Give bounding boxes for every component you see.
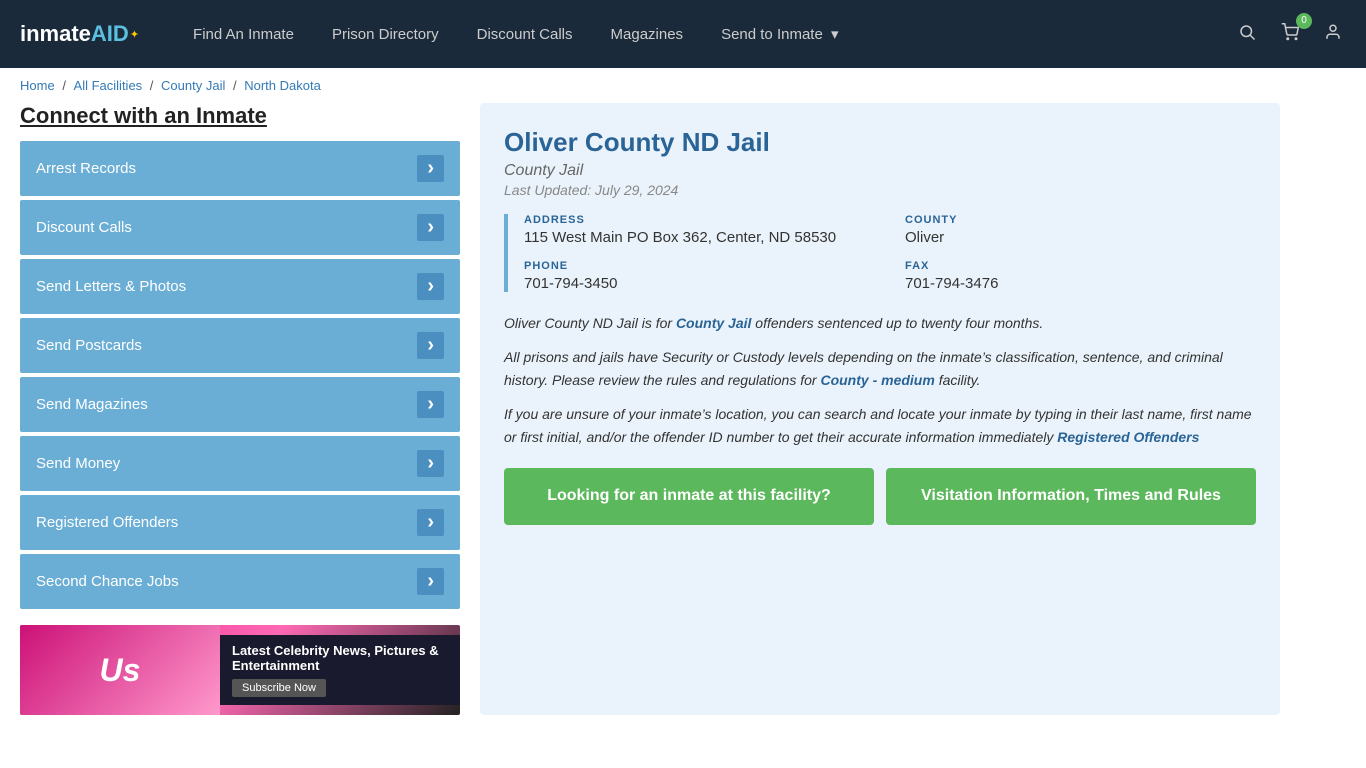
county-block: COUNTY Oliver	[905, 214, 1256, 246]
ad-logo: Us	[20, 625, 220, 715]
nav-discount-calls[interactable]: Discount Calls	[463, 18, 587, 51]
chevron-right-icon: ›	[417, 273, 444, 300]
phone-value: 701-794-3450	[524, 275, 875, 292]
action-buttons: Looking for an inmate at this facility? …	[504, 468, 1256, 525]
county-jail-link[interactable]: County Jail	[676, 315, 751, 331]
ad-subscribe-button[interactable]: Subscribe Now	[232, 679, 326, 697]
sidebar-item-second-chance-jobs[interactable]: Second Chance Jobs ›	[20, 554, 460, 609]
logo[interactable]: inmate AID ✦	[20, 21, 139, 47]
facility-title: Oliver County ND Jail	[504, 127, 1256, 158]
ad-content: Latest Celebrity News, Pictures & Entert…	[220, 635, 460, 705]
facility-type: County Jail	[504, 162, 1256, 180]
desc-paragraph-3: If you are unsure of your inmate’s locat…	[504, 403, 1256, 448]
main-nav: Find An Inmate Prison Directory Discount…	[179, 17, 1234, 51]
fax-value: 701-794-3476	[905, 275, 1256, 292]
cart-badge: 0	[1296, 13, 1312, 29]
sidebar-item-discount-calls[interactable]: Discount Calls ›	[20, 200, 460, 255]
breadcrumb-state[interactable]: North Dakota	[244, 78, 321, 93]
nav-find-inmate[interactable]: Find An Inmate	[179, 18, 308, 51]
county-medium-link[interactable]: County - medium	[820, 372, 934, 388]
cart-icon[interactable]: 0	[1276, 19, 1304, 50]
ad-title: Latest Celebrity News, Pictures & Entert…	[232, 643, 448, 673]
detail-panel: Oliver County ND Jail County Jail Last U…	[480, 103, 1280, 715]
sidebar-item-send-magazines[interactable]: Send Magazines ›	[20, 377, 460, 432]
county-value: Oliver	[905, 229, 1256, 246]
breadcrumb-county-jail[interactable]: County Jail	[161, 78, 225, 93]
header-icons: 0	[1234, 19, 1346, 50]
county-label: COUNTY	[905, 214, 1256, 226]
breadcrumb: Home / All Facilities / County Jail / No…	[0, 68, 1366, 103]
chevron-right-icon: ›	[417, 391, 444, 418]
sidebar-menu: Arrest Records › Discount Calls › Send L…	[20, 141, 460, 609]
facility-last-updated: Last Updated: July 29, 2024	[504, 182, 1256, 198]
visitation-info-button[interactable]: Visitation Information, Times and Rules	[886, 468, 1256, 525]
chevron-right-icon: ›	[417, 509, 444, 536]
header: inmate AID ✦ Find An Inmate Prison Direc…	[0, 0, 1366, 68]
sidebar: Connect with an Inmate Arrest Records › …	[20, 103, 460, 715]
chevron-right-icon: ›	[417, 568, 444, 595]
sidebar-title: Connect with an Inmate	[20, 103, 460, 129]
desc-paragraph-2: All prisons and jails have Security or C…	[504, 346, 1256, 391]
breadcrumb-all-facilities[interactable]: All Facilities	[74, 78, 143, 93]
phone-block: PHONE 701-794-3450	[524, 260, 875, 292]
facility-info-grid: ADDRESS 115 West Main PO Box 362, Center…	[504, 214, 1256, 292]
ad-banner[interactable]: Us Latest Celebrity News, Pictures & Ent…	[20, 625, 460, 715]
main-content: Connect with an Inmate Arrest Records › …	[0, 103, 1300, 735]
sidebar-item-send-postcards[interactable]: Send Postcards ›	[20, 318, 460, 373]
address-label: ADDRESS	[524, 214, 875, 226]
chevron-right-icon: ›	[417, 155, 444, 182]
nav-prison-directory[interactable]: Prison Directory	[318, 18, 453, 51]
nav-send-to-inmate[interactable]: Send to Inmate ▾	[707, 17, 852, 51]
fax-block: FAX 701-794-3476	[905, 260, 1256, 292]
chevron-right-icon: ›	[417, 332, 444, 359]
user-icon[interactable]	[1320, 19, 1346, 50]
phone-label: PHONE	[524, 260, 875, 272]
find-inmate-button[interactable]: Looking for an inmate at this facility?	[504, 468, 874, 525]
desc-paragraph-1: Oliver County ND Jail is for County Jail…	[504, 312, 1256, 334]
address-block: ADDRESS 115 West Main PO Box 362, Center…	[524, 214, 875, 246]
chevron-right-icon: ›	[417, 450, 444, 477]
search-icon[interactable]	[1234, 19, 1260, 50]
sidebar-item-send-money[interactable]: Send Money ›	[20, 436, 460, 491]
sidebar-item-send-letters[interactable]: Send Letters & Photos ›	[20, 259, 460, 314]
breadcrumb-home[interactable]: Home	[20, 78, 55, 93]
address-value: 115 West Main PO Box 362, Center, ND 585…	[524, 229, 875, 246]
chevron-right-icon: ›	[417, 214, 444, 241]
registered-offenders-link[interactable]: Registered Offenders	[1057, 429, 1199, 445]
sidebar-item-arrest-records[interactable]: Arrest Records ›	[20, 141, 460, 196]
fax-label: FAX	[905, 260, 1256, 272]
nav-magazines[interactable]: Magazines	[597, 18, 698, 51]
sidebar-item-registered-offenders[interactable]: Registered Offenders ›	[20, 495, 460, 550]
